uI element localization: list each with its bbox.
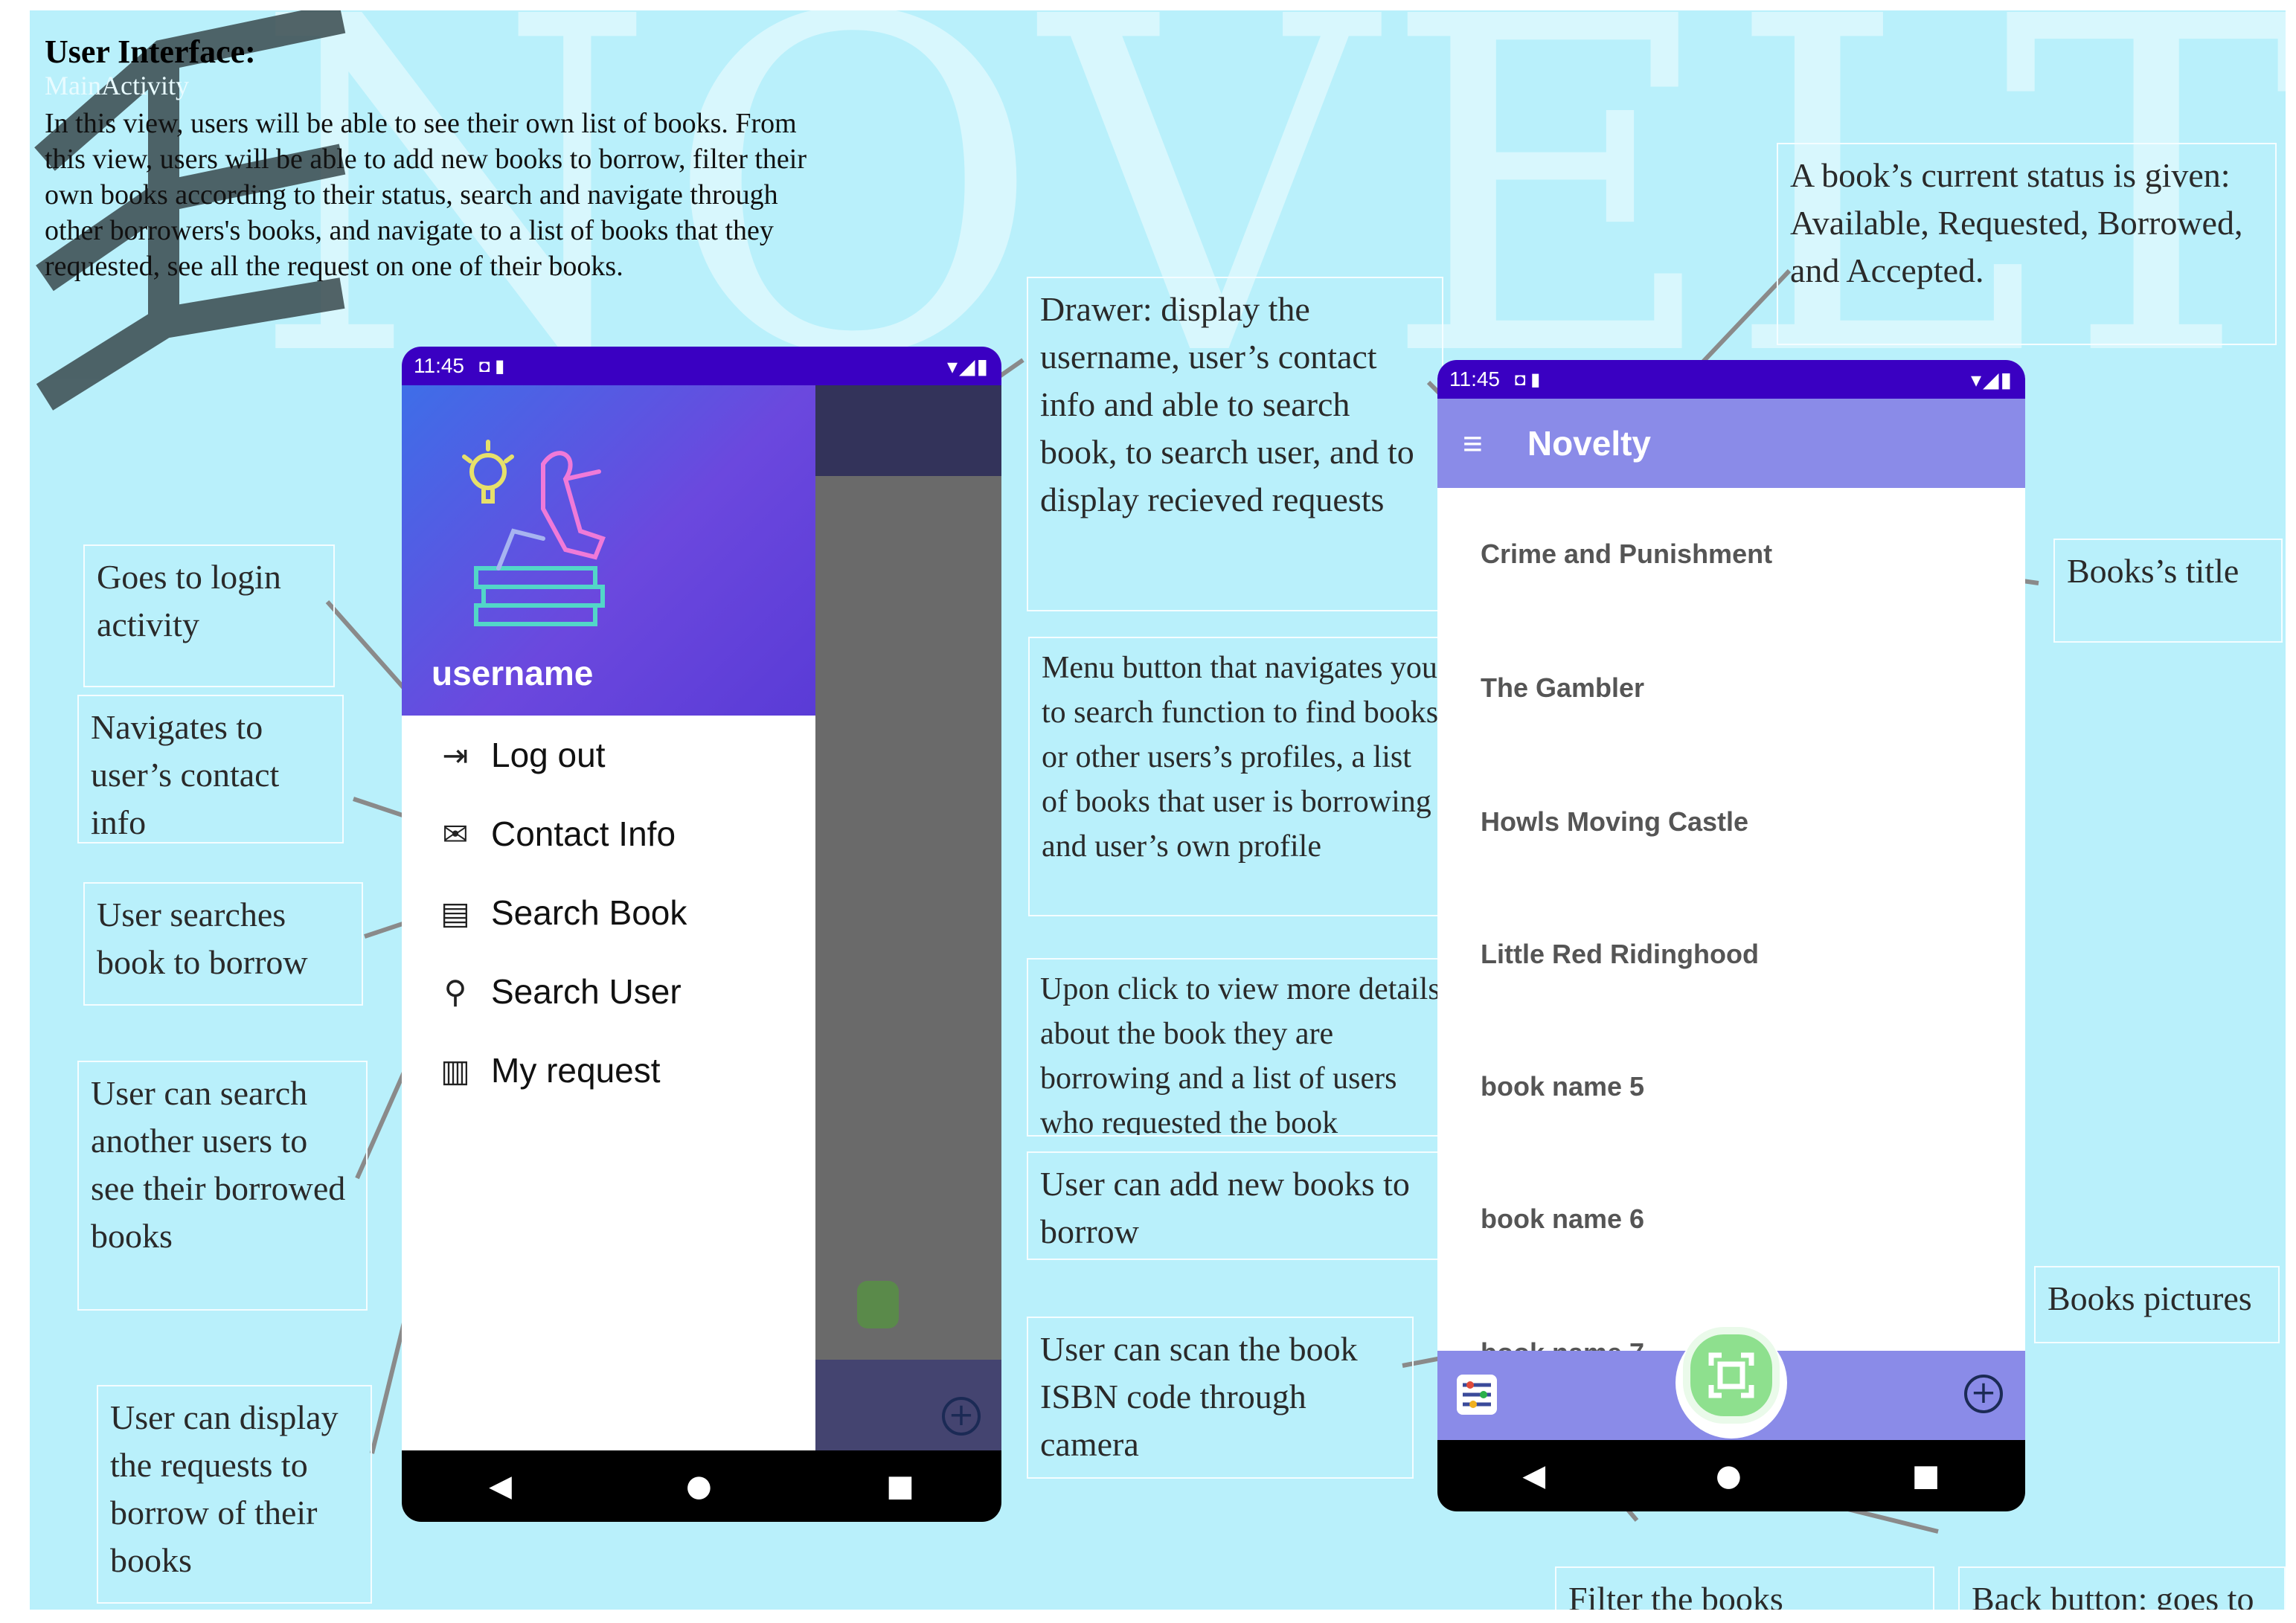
drawer-phone: 11:45 ◘ ▮ ▾◢▮ + username ⇥ Log out ✉ Con…: [402, 347, 1001, 1522]
note-title: Books’s title: [2053, 539, 2283, 643]
status-bar: 11:45 ◘ ▮ ▾◢▮: [402, 347, 1001, 385]
note-scan: User can scan the book ISBN code through…: [1027, 1317, 1414, 1479]
nav-home-button[interactable]: ●: [686, 1469, 712, 1503]
drawer-menu: ⇥ Log out ✉ Contact Info ▤ Search Book ⚲…: [402, 716, 815, 1110]
note-menu: Menu button that navigates you to search…: [1028, 637, 1452, 916]
reading-illustration-icon: [462, 440, 606, 626]
menu-item-label: Search User: [491, 972, 682, 1011]
search-user-icon: ⚲: [443, 974, 467, 1009]
dimmed-scan-fab: [857, 1281, 899, 1328]
status-time: 11:45: [1449, 367, 1500, 391]
drawer-username: username: [432, 654, 594, 692]
notification-icons: ◘ ▮: [1515, 369, 1541, 390]
note-drawer: Drawer: display the username, user’s con…: [1027, 277, 1443, 611]
menu-item-label: Search Book: [491, 893, 687, 932]
note-login: Goes to login activity: [83, 544, 335, 687]
slide-canvas: NOVELTY User Interface: MainActivity In …: [30, 10, 2286, 1610]
app-bar: ≡ Novelty: [1437, 399, 2025, 488]
scan-isbn-button[interactable]: [1683, 1327, 1780, 1424]
note-status: A book’s current status is given: Availa…: [1777, 143, 2277, 345]
contact-info-icon: ✉: [442, 816, 469, 852]
menu-item-label: Contact Info: [491, 814, 676, 853]
note-pictures: Books pictures: [2034, 1266, 2280, 1343]
system-nav-bar: ◀ ● ■: [1437, 1440, 2025, 1511]
menu-item-label: Log out: [491, 736, 606, 774]
add-book-icon: +: [942, 1397, 981, 1436]
scan-icon: [1708, 1352, 1754, 1398]
status-bar: 11:45 ◘ ▮ ▾◢▮: [1437, 360, 2025, 399]
book-list-item[interactable]: The Gambler: [1481, 672, 1644, 704]
menu-item-label: My request: [491, 1051, 661, 1090]
nav-back-button[interactable]: ◀: [1522, 1459, 1545, 1493]
book-list-item[interactable]: Little Red Ridinghood: [1481, 939, 1759, 970]
signal-battery-icons: ▾◢▮: [1971, 367, 2013, 391]
book-list-item[interactable]: book name 6: [1481, 1203, 1644, 1235]
menu-item-my-request[interactable]: ▥ My request: [402, 1031, 815, 1110]
menu-item-contact-info[interactable]: ✉ Contact Info: [402, 794, 815, 873]
dimmed-appbar: [815, 385, 1001, 476]
book-list-item[interactable]: Howls Moving Castle: [1481, 806, 1748, 838]
note-filter: Filter the books according to their stat…: [1555, 1566, 1934, 1610]
note-back: Back button: goes to the previous activi…: [1958, 1566, 2286, 1610]
menu-item-search-book[interactable]: ▤ Search Book: [402, 873, 815, 952]
nav-back-button[interactable]: ◀: [489, 1469, 512, 1503]
note-contact: Navigates to user’s contact info: [77, 695, 344, 843]
menu-item-search-user[interactable]: ⚲ Search User: [402, 952, 815, 1031]
status-time: 11:45: [414, 354, 464, 377]
book-list-item[interactable]: Crime and Punishment: [1481, 539, 1772, 570]
main-phone: 11:45 ◘ ▮ ▾◢▮ ≡ Novelty Crime and Punish…: [1437, 360, 2025, 1511]
app-title: Novelty: [1527, 424, 1652, 463]
note-search-book: User searches book to borrow: [83, 882, 363, 1006]
note-add: User can add new books to borrow: [1027, 1151, 1466, 1260]
add-book-icon[interactable]: +: [1964, 1375, 2003, 1413]
nav-recent-button[interactable]: ■: [886, 1469, 914, 1503]
note-search-user: User can search another users to see the…: [77, 1061, 368, 1311]
menu-item-logout[interactable]: ⇥ Log out: [402, 716, 815, 794]
filter-icon[interactable]: [1457, 1375, 1497, 1415]
signal-battery-icons: ▾◢▮: [947, 354, 990, 378]
system-nav-bar: ◀ ● ■: [402, 1450, 1001, 1522]
note-click: Upon click to view more details about th…: [1027, 958, 1467, 1137]
note-requests: User can display the requests to borrow …: [97, 1385, 372, 1604]
drawer-header: username: [402, 385, 815, 716]
my-request-icon: ▥: [440, 1052, 470, 1088]
logout-icon: ⇥: [442, 737, 469, 773]
filter-sliders-icon: [1463, 1381, 1491, 1408]
nav-home-button[interactable]: ●: [1716, 1459, 1742, 1493]
menu-icon[interactable]: ≡: [1463, 423, 1483, 463]
search-book-icon: ▤: [440, 895, 470, 931]
nav-recent-button[interactable]: ■: [1912, 1459, 1940, 1493]
drawer-scrim[interactable]: [815, 385, 1001, 1450]
notification-icons: ◘ ▮: [479, 356, 505, 376]
book-list-item[interactable]: book name 5: [1481, 1071, 1644, 1102]
